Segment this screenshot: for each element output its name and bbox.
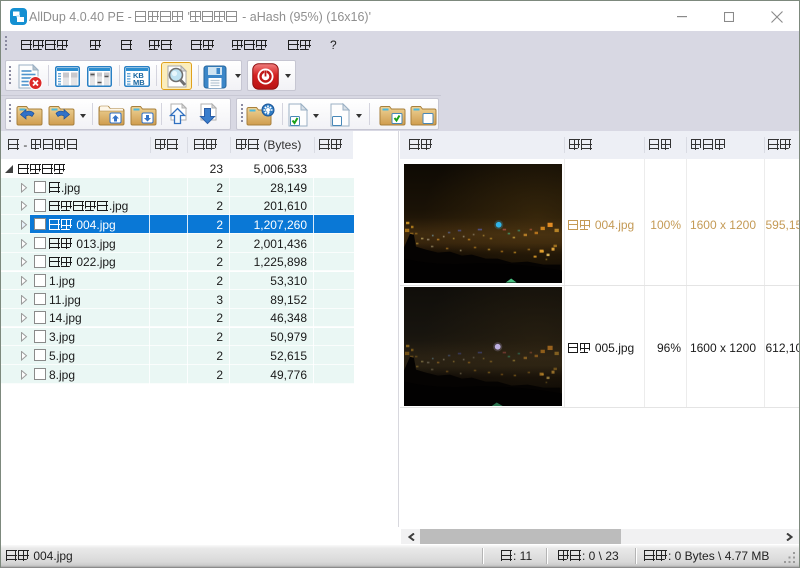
svg-text:MB: MB (133, 78, 145, 87)
